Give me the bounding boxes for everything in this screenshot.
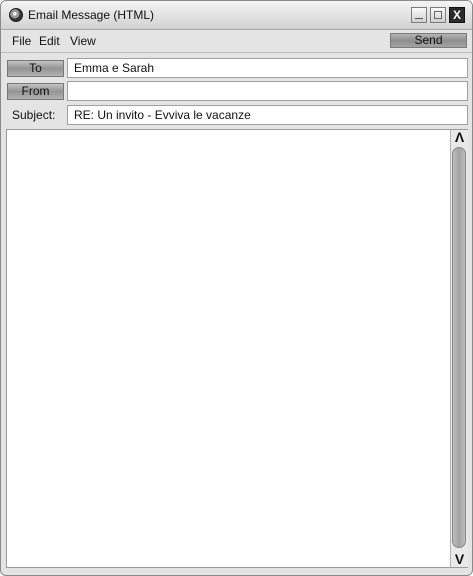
from-field[interactable] <box>67 81 468 101</box>
maximize-button[interactable] <box>430 7 446 23</box>
menu-edit[interactable]: Edit <box>39 34 60 48</box>
app-icon <box>9 8 23 22</box>
to-field[interactable]: Emma e Sarah <box>67 58 468 78</box>
subject-label: Subject: <box>12 108 56 122</box>
message-body[interactable] <box>6 129 468 568</box>
send-button[interactable]: Send <box>390 33 467 48</box>
scroll-up-arrow-icon[interactable]: Λ <box>452 130 467 145</box>
close-button[interactable]: X <box>449 7 465 23</box>
subject-field[interactable]: RE: Un invito - Evviva le vacanze <box>67 105 468 125</box>
title-bar: Email Message (HTML) X <box>1 1 472 30</box>
vertical-scrollbar[interactable]: Λ V <box>450 130 468 567</box>
minimize-button[interactable] <box>411 7 427 23</box>
to-button[interactable]: To <box>7 60 64 77</box>
email-window: Email Message (HTML) X File Edit View Se… <box>0 0 473 576</box>
window-title: Email Message (HTML) <box>28 8 155 22</box>
scroll-down-arrow-icon[interactable]: V <box>452 552 467 567</box>
menu-file[interactable]: File <box>12 34 31 48</box>
menu-view[interactable]: View <box>70 34 96 48</box>
scrollbar-thumb[interactable] <box>452 147 466 548</box>
from-button[interactable]: From <box>7 83 64 100</box>
